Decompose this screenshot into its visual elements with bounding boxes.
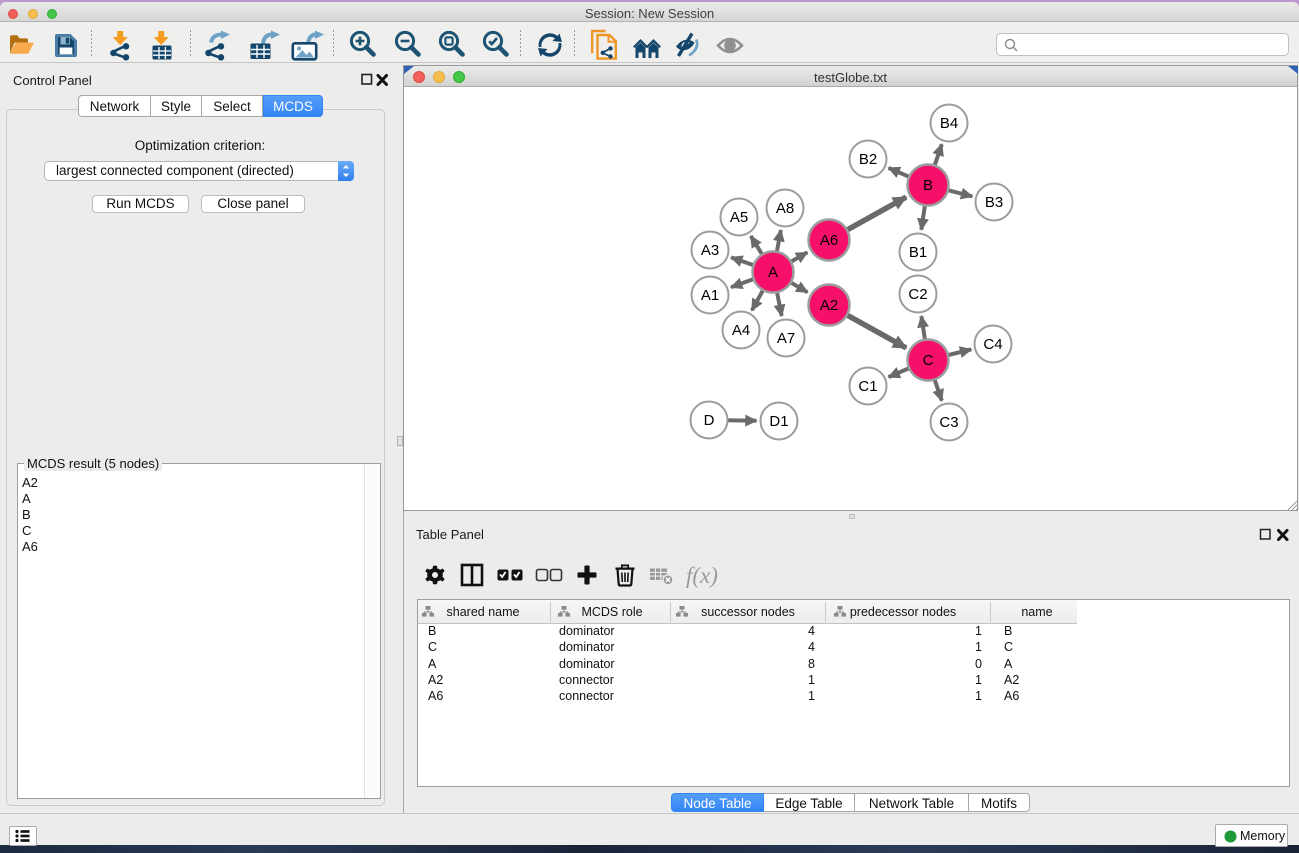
svg-text:A5: A5 (730, 209, 748, 226)
svg-text:D1: D1 (769, 413, 788, 430)
svg-text:C: C (923, 352, 934, 369)
svg-text:B: B (923, 177, 933, 194)
svg-text:A: A (768, 264, 778, 281)
svg-text:B2: B2 (859, 151, 877, 168)
svg-text:A1: A1 (701, 287, 719, 304)
svg-text:A8: A8 (776, 200, 794, 217)
svg-text:C3: C3 (939, 414, 958, 431)
svg-text:A2: A2 (820, 297, 838, 314)
svg-text:A3: A3 (701, 242, 719, 259)
svg-text:A6: A6 (820, 232, 838, 249)
svg-text:B3: B3 (985, 194, 1003, 211)
svg-text:f(x): f(x) (686, 563, 718, 588)
svg-text:D: D (704, 412, 715, 429)
svg-text:C1: C1 (858, 378, 877, 395)
svg-text:A7: A7 (777, 330, 795, 347)
svg-text:B1: B1 (909, 244, 927, 261)
svg-text:C4: C4 (983, 336, 1002, 353)
svg-text:C2: C2 (908, 286, 927, 303)
svg-text:A4: A4 (732, 322, 750, 339)
svg-text:B4: B4 (940, 115, 958, 132)
